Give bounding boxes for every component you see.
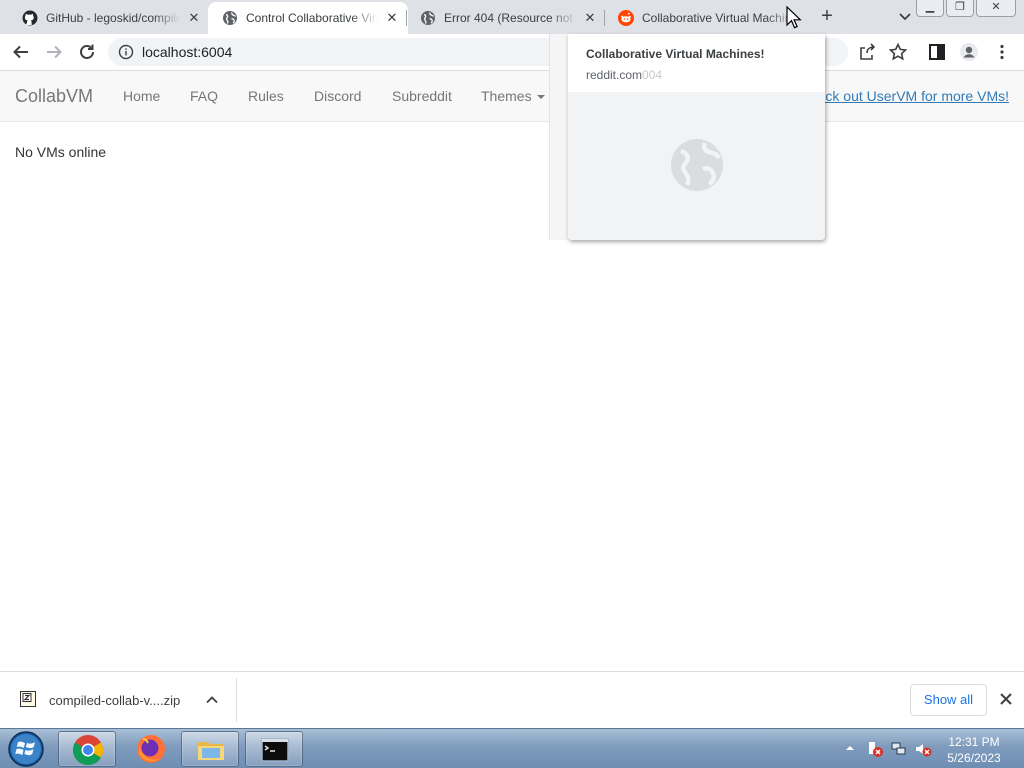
hover-card-ghost-text: 004 [642, 68, 663, 82]
reddit-icon [618, 10, 634, 26]
shelf-divider [236, 678, 237, 722]
clock-date: 5/26/2023 [947, 751, 1001, 765]
tab-title: GitHub - legoskid/compiled-collab-vm [46, 11, 180, 25]
caret-down-icon [536, 95, 545, 100]
vm-list-status: No VMs online [15, 144, 107, 160]
volume-muted-icon[interactable] [914, 740, 932, 758]
tab-github[interactable]: GitHub - legoskid/compiled-collab-vm ✕ [8, 2, 210, 34]
folder-icon [198, 742, 224, 760]
site-navbar: CollabVM Home FAQ Rules Discord Subreddi… [0, 71, 1024, 122]
nav-link-discord[interactable]: Discord [314, 88, 361, 104]
bookmark-star-icon[interactable] [888, 42, 908, 62]
network-icon[interactable] [890, 740, 908, 758]
nav-dropdown-themes[interactable]: Themes [481, 88, 545, 104]
side-panel-icon[interactable] [927, 42, 947, 62]
show-hidden-icons-icon[interactable] [845, 743, 855, 753]
share-icon[interactable] [857, 42, 877, 62]
start-orb-icon[interactable] [6, 730, 46, 768]
minimize-button[interactable]: ▁ [916, 0, 944, 17]
hover-card-preview [568, 92, 825, 240]
tab-error-404[interactable]: Error 404 (Resource not found) ✕ [406, 2, 606, 34]
close-window-button[interactable]: ✕ [976, 0, 1016, 17]
globe-icon [223, 11, 237, 25]
tab-close-icon[interactable]: ✕ [186, 10, 202, 26]
zip-file-icon [20, 691, 36, 707]
taskbar-explorer-button[interactable] [181, 731, 239, 767]
chrome-icon [72, 735, 104, 766]
tab-strip: GitHub - legoskid/compiled-collab-vm ✕ C… [0, 0, 1024, 34]
forward-arrow-icon[interactable] [44, 42, 64, 62]
windows-taskbar: 12:31 PM 5/26/2023 [0, 728, 1024, 768]
back-arrow-icon[interactable] [11, 42, 31, 62]
site-info-icon[interactable] [118, 44, 134, 60]
action-center-icon[interactable] [866, 740, 884, 758]
globe-icon [421, 11, 435, 25]
tab-title: Control Collaborative Virtual Machines [246, 11, 378, 25]
hover-card-domain-text: reddit.com [586, 68, 643, 82]
tab-separator [406, 10, 407, 26]
restore-button[interactable]: ❐ [946, 0, 974, 17]
url-text[interactable]: localhost:6004 [142, 44, 232, 60]
system-clock[interactable]: 12:31 PM 5/26/2023 [938, 734, 1010, 766]
show-all-downloads-button[interactable]: Show all [910, 684, 987, 716]
menu-kebab-icon[interactable] [992, 42, 1012, 62]
taskbar-chrome-button[interactable] [58, 731, 116, 767]
window-controls: ▁ ❐ ✕ [916, 0, 1016, 18]
download-shelf: compiled-collab-v....zip Show all [0, 671, 1024, 728]
reload-icon[interactable] [77, 42, 97, 62]
taskbar-cmd-button[interactable] [245, 731, 303, 767]
tab-close-icon[interactable]: ✕ [582, 10, 598, 26]
tab-separator [604, 10, 605, 26]
hover-card-title: Collaborative Virtual Machines! [586, 47, 765, 61]
chevron-up-icon[interactable] [204, 692, 220, 708]
tab-search-chevron-icon[interactable] [896, 6, 914, 26]
new-tab-button[interactable]: + [816, 5, 838, 27]
tab-close-icon[interactable]: ✕ [384, 10, 400, 26]
hover-card-domain: reddit.com004 [586, 68, 662, 82]
globe-icon [671, 139, 723, 191]
tab-title: Error 404 (Resource not found) [444, 11, 576, 25]
nav-link-faq[interactable]: FAQ [190, 88, 218, 104]
tab-title: Collaborative Virtual Machines [642, 11, 796, 25]
nav-link-subreddit[interactable]: Subreddit [392, 88, 452, 104]
tab-reddit[interactable]: Collaborative Virtual Machines [604, 2, 804, 34]
clock-time: 12:31 PM [948, 735, 1000, 749]
uservm-promo-link[interactable]: Check out UserVM for more VMs! [800, 88, 1009, 104]
tab-collabvm-control[interactable]: Control Collaborative Virtual Machines ✕ [208, 2, 408, 34]
nav-link-rules[interactable]: Rules [248, 88, 284, 104]
nav-link-home[interactable]: Home [123, 88, 160, 104]
profile-avatar-icon[interactable] [959, 42, 979, 62]
download-file-name[interactable]: compiled-collab-v....zip [49, 693, 180, 708]
mouse-cursor-icon [786, 6, 802, 29]
firefox-icon [137, 735, 165, 763]
nav-link-themes-label: Themes [481, 88, 532, 104]
close-shelf-icon[interactable] [997, 690, 1015, 708]
browser-toolbar: localhost:6004 [0, 34, 1024, 71]
command-prompt-icon [261, 738, 289, 762]
taskbar-firefox-button[interactable] [122, 731, 180, 767]
tab-hover-card: Collaborative Virtual Machines! reddit.c… [568, 34, 825, 240]
brand-logo-text[interactable]: CollabVM [15, 86, 93, 107]
github-icon [22, 10, 38, 26]
